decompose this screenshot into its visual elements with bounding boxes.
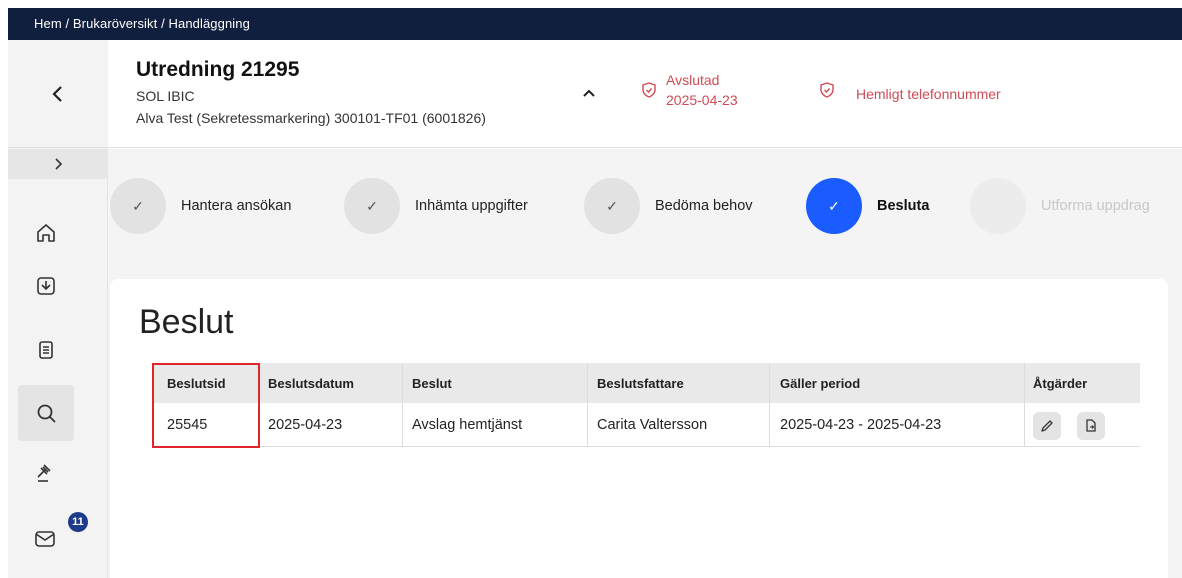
- nav-inbox[interactable]: [18, 258, 74, 314]
- inbox-icon: [37, 277, 55, 295]
- status-shield-icon: [642, 82, 656, 103]
- check-icon: ✓: [584, 178, 640, 234]
- edit-button[interactable]: [1033, 412, 1061, 440]
- column-header[interactable]: Beslut: [412, 376, 452, 391]
- case-header: Utredning 21295 SOL IBIC Alva Test (Sekr…: [108, 40, 1182, 148]
- card-title: Beslut: [139, 303, 234, 341]
- breadcrumb-text[interactable]: Hem / Brukaröversikt / Handläggning: [34, 16, 250, 31]
- step-circle: [970, 178, 1026, 234]
- status-date: 2025-04-23: [666, 92, 738, 108]
- document-icon: [39, 341, 53, 359]
- table-row[interactable]: 25545 2025-04-23 Avslag hemtjänst Carita…: [152, 403, 1140, 447]
- document-export-icon: [1086, 419, 1096, 432]
- highlight-box: [152, 363, 260, 448]
- step-label: Hantera ansökan: [181, 198, 292, 214]
- search-icon: [37, 404, 56, 423]
- export-document-button[interactable]: [1077, 412, 1105, 440]
- unread-badge: 11: [68, 512, 88, 532]
- edit-icon: [1041, 420, 1053, 432]
- case-type: SOL IBIC: [136, 88, 195, 104]
- chevron-left-icon: [52, 85, 62, 102]
- step-bedoma-behov[interactable]: ✓ Bedöma behov: [584, 178, 753, 234]
- step-label: Bedöma behov: [655, 198, 753, 214]
- top-bar: Hem / Brukaröversikt / Handläggning: [0, 0, 1182, 42]
- check-icon: ✓: [110, 178, 166, 234]
- table-header: Beslutsid Beslutsdatum Beslut Beslutsfat…: [152, 363, 1140, 403]
- check-icon: ✓: [806, 178, 862, 234]
- expand-menu-button[interactable]: [8, 149, 108, 179]
- nav-home[interactable]: [18, 205, 74, 261]
- nav-decisions[interactable]: [18, 445, 74, 501]
- nav-messages[interactable]: 11: [18, 510, 88, 566]
- decision-card: Beslut Beslutsid Beslutsdatum Beslut Bes…: [110, 279, 1168, 578]
- check-icon: ✓: [344, 178, 400, 234]
- breadcrumb: Hem / Brukaröversikt / Handläggning: [8, 8, 1182, 40]
- chevron-up-icon: [583, 89, 595, 97]
- gavel-icon: [37, 464, 51, 482]
- step-hantera-ansokan[interactable]: ✓ Hantera ansökan: [110, 178, 291, 234]
- case-title: Utredning 21295: [136, 58, 300, 81]
- column-header[interactable]: Beslutsfattare: [597, 376, 684, 391]
- step-label: Besluta: [877, 198, 930, 214]
- nav-search[interactable]: [18, 385, 74, 441]
- step-utforma-uppdrag[interactable]: Utforma uppdrag: [970, 178, 1150, 234]
- collapse-header-button[interactable]: [582, 82, 596, 103]
- step-inhamta-uppgifter[interactable]: ✓ Inhämta uppgifter: [344, 178, 528, 234]
- decision-maker: Carita Valtersson: [597, 417, 708, 433]
- status-text: Avslutad: [666, 72, 720, 88]
- nav-documents[interactable]: [18, 322, 74, 378]
- back-button[interactable]: [8, 40, 108, 148]
- step-label: Inhämta uppgifter: [415, 198, 528, 214]
- step-besluta[interactable]: ✓ Besluta: [806, 178, 929, 234]
- client-info: Alva Test (Sekretessmarkering) 300101-TF…: [136, 110, 486, 126]
- step-label: Utforma uppdrag: [1041, 198, 1150, 214]
- mail-icon: [35, 531, 55, 547]
- decision-date: 2025-04-23: [268, 417, 343, 433]
- column-header[interactable]: Gäller period: [780, 376, 860, 391]
- case-status: Avslutad 2025-04-23: [666, 70, 738, 110]
- validity-period: 2025-04-23 - 2025-04-23: [780, 417, 942, 433]
- column-header: Åtgärder: [1033, 376, 1088, 391]
- home-icon: [37, 224, 55, 242]
- secret-shield-icon: [820, 82, 834, 103]
- decision: Avslag hemtjänst: [412, 417, 523, 433]
- column-header[interactable]: Beslutsdatum: [268, 376, 354, 391]
- chevron-right-icon: [55, 158, 63, 170]
- secret-phone-label: Hemligt telefonnummer: [856, 86, 1001, 102]
